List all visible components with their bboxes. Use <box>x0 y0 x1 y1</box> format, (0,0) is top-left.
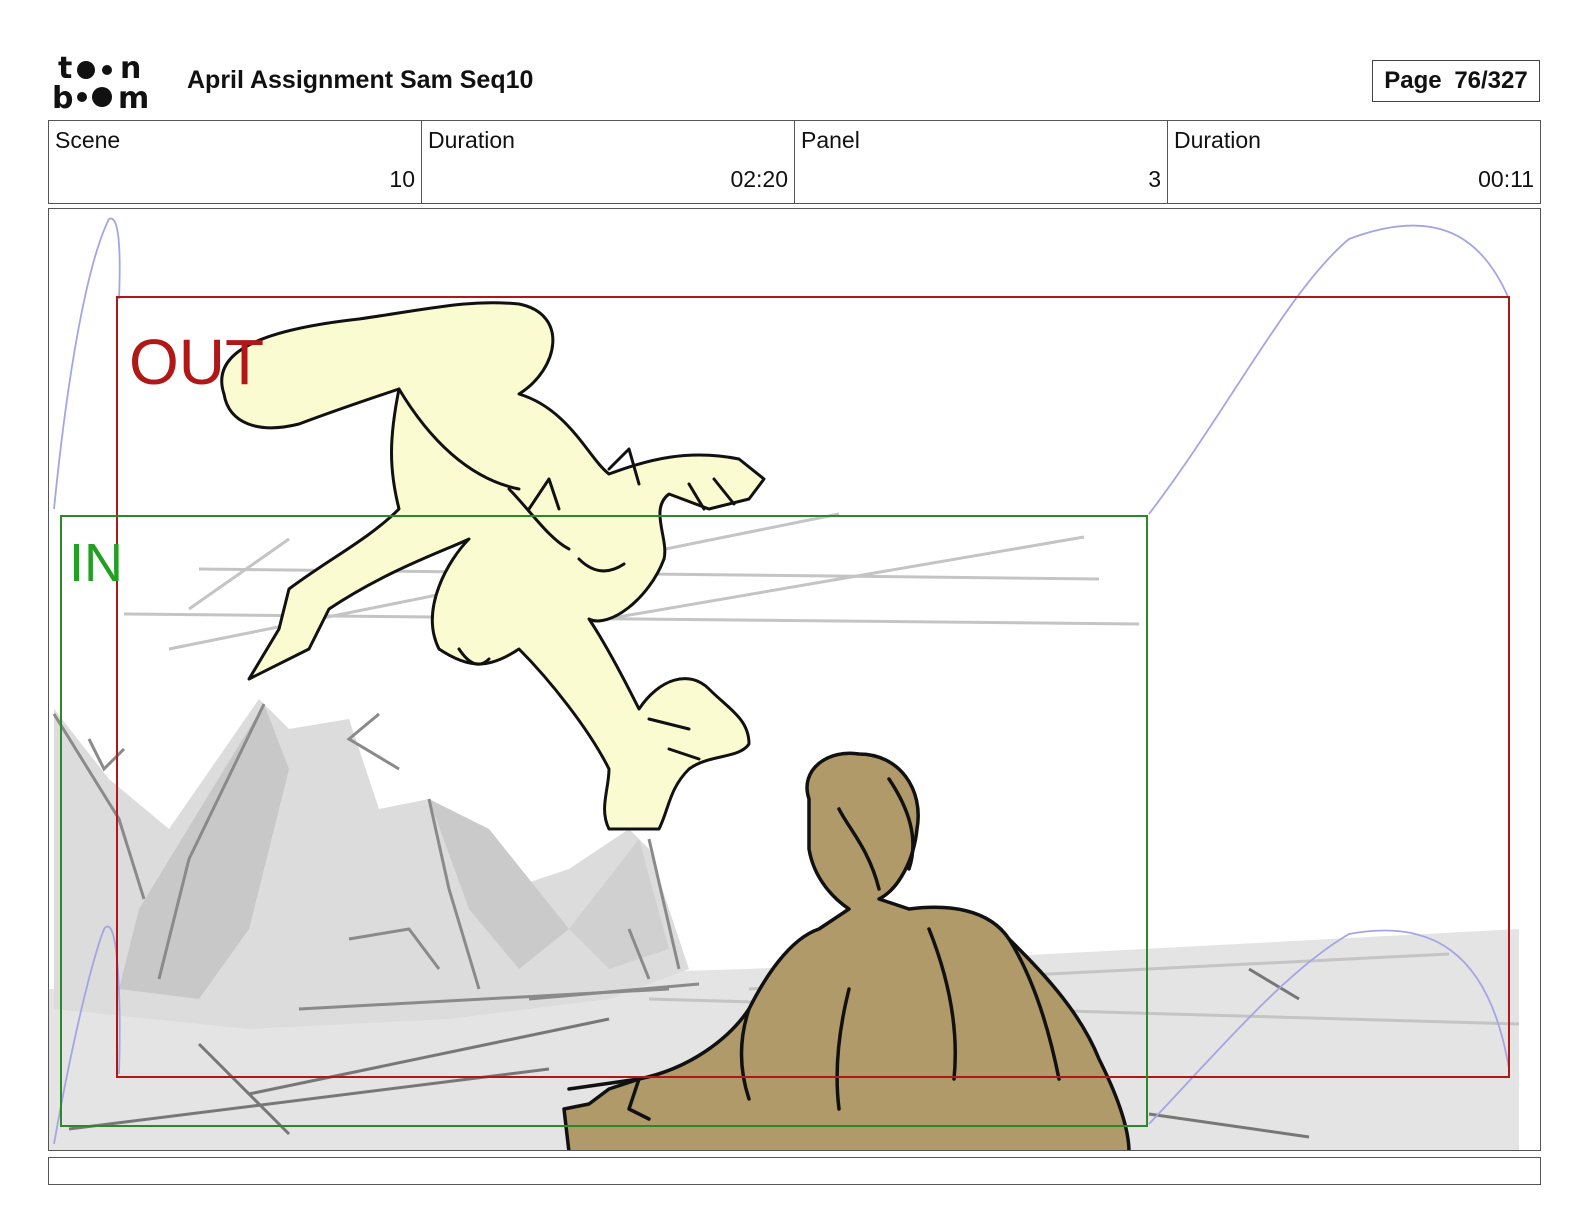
panel-duration-cell: Duration 00:11 <box>1168 121 1540 203</box>
svg-text:b: b <box>52 81 73 112</box>
scene-cell: Scene 10 <box>49 121 422 203</box>
panel-duration-label: Duration <box>1174 127 1261 153</box>
panel-cell: Panel 3 <box>795 121 1168 203</box>
toon-boom-logo: t n b m <box>52 51 149 112</box>
document-title: April Assignment Sam Seq10 <box>187 66 534 94</box>
panel-label: Panel <box>801 127 860 153</box>
panel-drawing: OUT IN <box>49 217 1520 1150</box>
caption-box <box>48 1157 1541 1185</box>
storyboard-panel: OUT IN <box>48 208 1541 1151</box>
scene-info-table: Scene 10 Duration 02:20 Panel 3 Duration… <box>48 120 1541 204</box>
page-number: 76/327 <box>1454 67 1528 94</box>
scene-label: Scene <box>55 127 121 153</box>
scene-value: 10 <box>389 166 415 192</box>
scene-duration-value: 02:20 <box>730 166 788 192</box>
panel-duration-value: 00:11 <box>1478 166 1534 192</box>
panel-value: 3 <box>1148 166 1161 192</box>
scene-duration-cell: Duration 02:20 <box>422 121 795 203</box>
page-label: Page <box>1384 67 1442 94</box>
scene-duration-label: Duration <box>428 127 515 153</box>
svg-text:m: m <box>118 81 149 112</box>
in-label: IN <box>69 533 123 593</box>
rock-mountains <box>54 699 689 1029</box>
page-indicator: Page 76/327 <box>1372 60 1540 102</box>
out-label: OUT <box>129 326 264 398</box>
